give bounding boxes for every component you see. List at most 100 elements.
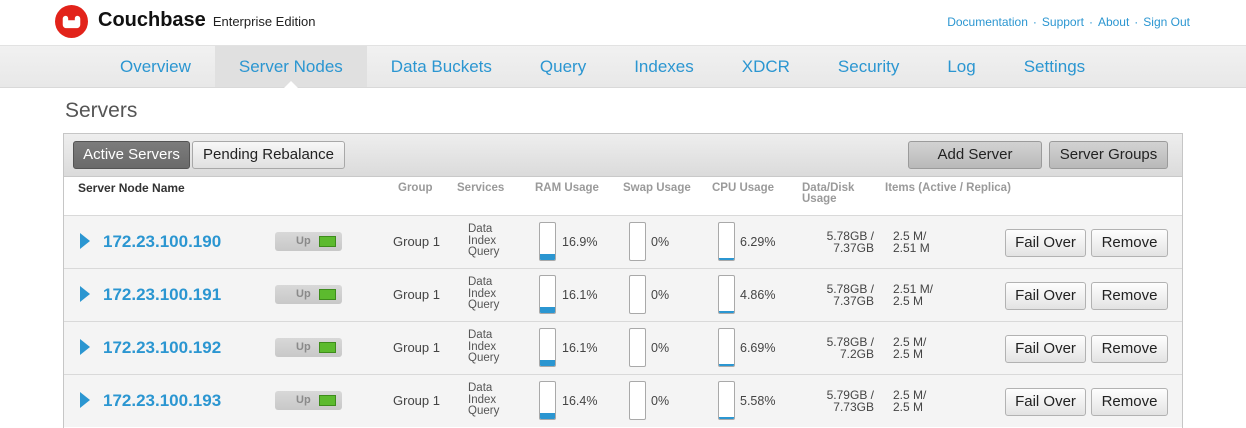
- service-item: Query: [468, 352, 500, 364]
- fail-over-button[interactable]: Fail Over: [1005, 282, 1086, 310]
- data-disk-line: 7.37GB: [833, 294, 874, 308]
- link-separator: ·: [1032, 15, 1037, 29]
- server-node-name-link[interactable]: 172.23.100.193: [103, 375, 221, 427]
- add-server-button[interactable]: Add Server: [908, 141, 1042, 169]
- column-header-swap-usage: Swap Usage: [623, 182, 691, 194]
- expand-triangle-icon[interactable]: [80, 286, 90, 302]
- ram-usage-fill: [540, 253, 555, 260]
- services-list: Data Index Query: [468, 276, 499, 312]
- cpu-usage-fill: [719, 416, 734, 419]
- tab-settings[interactable]: Settings: [1000, 46, 1109, 87]
- expand-triangle-icon[interactable]: [80, 339, 90, 355]
- status-light-icon: [319, 395, 336, 406]
- tab-label: XDCR: [741, 57, 790, 76]
- services-list: Data Index Query: [468, 329, 500, 365]
- cpu-usage-gauge: [718, 381, 735, 420]
- documentation-link[interactable]: Documentation: [947, 15, 1028, 29]
- main-nav: Overview Server Nodes Data Buckets Query…: [0, 45, 1246, 88]
- column-header-line: Usage: [802, 193, 837, 205]
- server-groups-button[interactable]: Server Groups: [1049, 141, 1168, 169]
- swap-usage-gauge: [629, 222, 646, 261]
- items-active-replica: 2.5 M/ 2.5 M: [893, 389, 926, 413]
- remove-button[interactable]: Remove: [1091, 335, 1168, 363]
- column-header-group: Group: [398, 182, 433, 194]
- tab-data-buckets[interactable]: Data Buckets: [367, 46, 516, 87]
- swap-usage-value: 0%: [651, 288, 670, 302]
- remove-button[interactable]: Remove: [1091, 388, 1168, 416]
- ram-usage-value: 16.4%: [562, 394, 598, 408]
- expand-triangle-icon[interactable]: [80, 392, 90, 408]
- fail-over-button[interactable]: Fail Over: [1005, 388, 1086, 416]
- couchbase-logo-svg: [55, 5, 88, 38]
- server-row: 172.23.100.192 Up Group 1 Data Index Que…: [64, 321, 1182, 374]
- status-badge: Up: [275, 338, 342, 357]
- server-node-name-link[interactable]: 172.23.100.190: [103, 216, 221, 268]
- couchbase-logo-icon[interactable]: [55, 5, 88, 38]
- tab-log[interactable]: Log: [923, 46, 999, 87]
- cpu-usage-gauge: [718, 275, 735, 314]
- data-disk-usage: 5.78GB / 7.37GB: [802, 230, 874, 254]
- expand-triangle-icon[interactable]: [80, 233, 90, 249]
- tab-server-nodes[interactable]: Server Nodes: [214, 46, 367, 88]
- column-header-services: Services: [457, 182, 505, 194]
- cpu-usage-fill: [719, 311, 734, 313]
- items-line: 2.51 M: [893, 241, 930, 255]
- ram-usage-value: 16.1%: [562, 288, 598, 302]
- column-header-ram-usage: RAM Usage: [535, 182, 599, 194]
- status-label: Up: [296, 394, 311, 406]
- status-label: Up: [296, 341, 311, 353]
- ram-usage-gauge: [539, 275, 556, 314]
- items-active-replica: 2.51 M/ 2.5 M: [893, 283, 933, 307]
- tab-label: Settings: [1023, 57, 1086, 76]
- about-link[interactable]: About: [1098, 15, 1129, 29]
- cpu-usage-value: 5.58%: [740, 394, 776, 408]
- active-tab-notch: [283, 81, 298, 88]
- remove-button[interactable]: Remove: [1091, 282, 1168, 310]
- fail-over-button[interactable]: Fail Over: [1005, 335, 1086, 363]
- cpu-usage-fill: [719, 363, 734, 366]
- ram-usage-gauge: [539, 222, 556, 261]
- column-header-items: Items (Active / Replica): [885, 182, 1011, 194]
- status-badge: Up: [275, 232, 342, 251]
- status-label: Up: [296, 288, 311, 300]
- cpu-usage-value: 6.29%: [740, 235, 776, 249]
- pending-rebalance-tab[interactable]: Pending Rebalance: [192, 141, 345, 169]
- group-value: Group 1: [393, 393, 440, 408]
- page-title: Servers: [65, 99, 138, 122]
- tab-security[interactable]: Security: [814, 46, 923, 87]
- cpu-usage-gauge: [718, 222, 735, 261]
- service-item: Data: [468, 223, 493, 235]
- tab-label: Indexes: [634, 57, 694, 76]
- active-servers-tab[interactable]: Active Servers: [73, 141, 190, 169]
- support-link[interactable]: Support: [1042, 15, 1084, 29]
- cpu-usage-gauge: [718, 328, 735, 367]
- ram-usage-value: 16.9%: [562, 235, 598, 249]
- tab-query[interactable]: Query: [516, 46, 610, 87]
- link-separator: ·: [1134, 15, 1139, 29]
- server-node-name-link[interactable]: 172.23.100.191: [103, 269, 221, 321]
- tab-indexes[interactable]: Indexes: [610, 46, 718, 87]
- services-list: Data Index Query: [468, 382, 499, 418]
- tab-label: Server Nodes: [238, 57, 343, 76]
- items-active-replica: 2.5 M/ 2.51 M: [893, 230, 930, 254]
- tab-label: Query: [539, 57, 587, 76]
- servers-panel: Active Servers Pending Rebalance Add Ser…: [63, 133, 1183, 428]
- status-label: Up: [296, 235, 311, 247]
- status-light-icon: [319, 342, 336, 353]
- swap-usage-value: 0%: [651, 235, 670, 249]
- tab-label: Overview: [120, 57, 191, 76]
- column-header-cpu-usage: CPU Usage: [712, 182, 774, 194]
- fail-over-button[interactable]: Fail Over: [1005, 229, 1086, 257]
- swap-usage-gauge: [629, 275, 646, 314]
- tab-xdcr[interactable]: XDCR: [718, 46, 814, 87]
- server-node-name-link[interactable]: 172.23.100.192: [103, 322, 221, 374]
- server-row: 172.23.100.190 Up Group 1 Data Index Que…: [64, 215, 1182, 268]
- cpu-usage-value: 4.86%: [740, 288, 776, 302]
- tab-overview[interactable]: Overview: [96, 46, 215, 87]
- table-header: Server Node Name Group Services RAM Usag…: [64, 177, 1182, 215]
- sign-out-link[interactable]: Sign Out: [1143, 15, 1190, 29]
- remove-button[interactable]: Remove: [1091, 229, 1168, 257]
- brand-line: Couchbase Enterprise Edition: [98, 9, 315, 32]
- link-separator: ·: [1088, 15, 1093, 29]
- data-disk-usage: 5.78GB / 7.37GB: [802, 283, 874, 307]
